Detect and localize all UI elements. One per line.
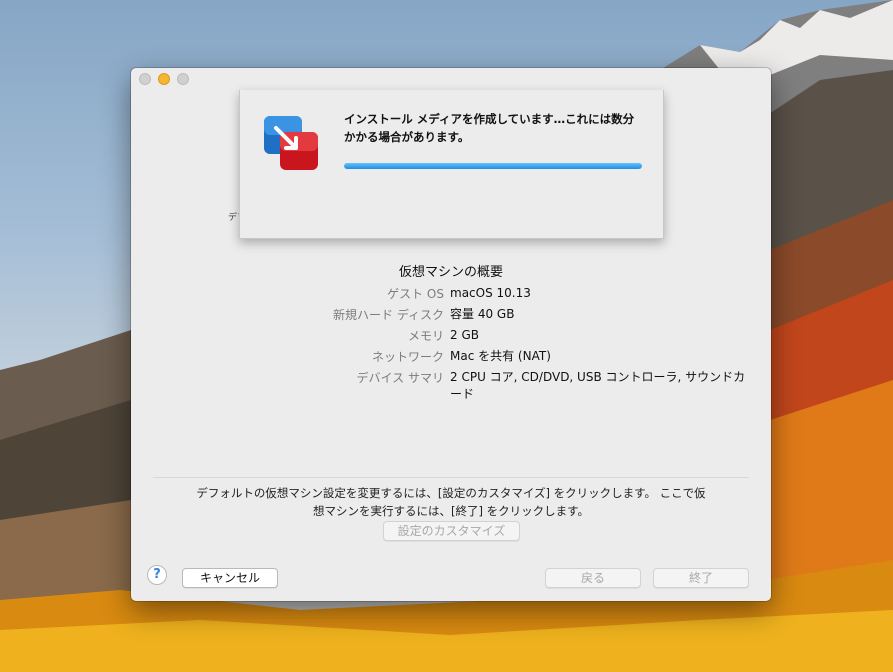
- customize-note: デフォルトの仮想マシン設定を変更するには、[設定のカスタマイズ] をクリックしま…: [131, 484, 771, 520]
- progress-message: インストール メディアを作成しています…これには数分かかる場合があります。: [344, 112, 635, 144]
- minimize-window-button[interactable]: [158, 73, 170, 85]
- progress-sheet: インストール メディアを作成しています…これには数分かかる場合があります。: [239, 90, 664, 239]
- cancel-button[interactable]: キャンセル: [182, 568, 278, 588]
- vmware-fusion-icon: [262, 112, 322, 172]
- summary-row-memory: メモリ 2 GB: [131, 327, 771, 348]
- summary-key: ネットワーク: [371, 350, 444, 364]
- close-window-button[interactable]: [139, 73, 151, 85]
- summary-table: ゲスト OS macOS 10.13 新規ハード ディスク 容量 40 GB メ…: [131, 285, 771, 401]
- summary-value: 2 CPU コア, CD/DVD, USB コントローラ, サウンドカード: [450, 370, 746, 401]
- summary-value: Mac を共有 (NAT): [450, 349, 551, 363]
- summary-key: メモリ: [407, 329, 444, 343]
- summary-row-devices: デバイス サマリ 2 CPU コア, CD/DVD, USB コントローラ, サ…: [131, 369, 771, 401]
- zoom-window-button[interactable]: [177, 73, 189, 85]
- divider: [153, 477, 749, 478]
- summary-key: ゲスト OS: [387, 287, 444, 301]
- question-icon[interactable]: ?: [147, 565, 167, 585]
- new-vm-window: デフ インストール メディアを作成しています…これには数分かかる場合があります。…: [131, 68, 771, 601]
- summary-row-disk: 新規ハード ディスク 容量 40 GB: [131, 306, 771, 327]
- install-progress-bar: [344, 163, 642, 169]
- summary-key: デバイス サマリ: [356, 371, 444, 385]
- install-progress-fill: [344, 163, 642, 169]
- finish-button[interactable]: 終了: [653, 568, 749, 588]
- note-line-2: 想マシンを実行するには、[終了] をクリックします。: [313, 504, 589, 518]
- summary-row-guest-os: ゲスト OS macOS 10.13: [131, 285, 771, 306]
- back-button[interactable]: 戻る: [545, 568, 641, 588]
- summary-key: 新規ハード ディスク: [333, 308, 444, 322]
- note-line-1: デフォルトの仮想マシン設定を変更するには、[設定のカスタマイズ] をクリックしま…: [196, 486, 706, 500]
- window-controls: [139, 73, 189, 85]
- summary-value: 容量 40 GB: [450, 307, 515, 321]
- summary-title: 仮想マシンの概要: [398, 265, 503, 280]
- customize-settings-button[interactable]: 設定のカスタマイズ: [383, 521, 520, 541]
- summary-value: macOS 10.13: [450, 286, 531, 300]
- summary-value: 2 GB: [450, 328, 479, 342]
- summary-row-network: ネットワーク Mac を共有 (NAT): [131, 348, 771, 369]
